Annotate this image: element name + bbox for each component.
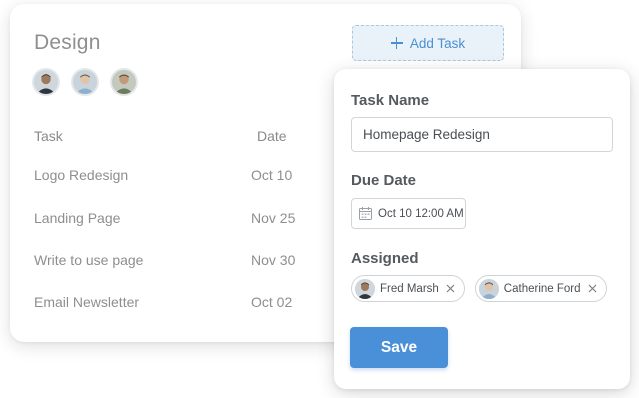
task-date: Oct 02 <box>251 294 293 310</box>
assigned-label: Assigned <box>351 250 419 267</box>
due-date-label: Due Date <box>351 172 417 189</box>
avatar <box>478 278 499 299</box>
task-name: Write to use page <box>34 252 144 268</box>
due-date-value: Oct 10 12:00 AM <box>378 207 464 220</box>
task-name: Logo Redesign <box>34 167 129 183</box>
avatar[interactable] <box>32 68 60 96</box>
task-name-input[interactable] <box>351 117 613 152</box>
column-header-date: Date <box>257 128 287 144</box>
task-name: Email Newsletter <box>34 294 140 310</box>
calendar-icon <box>359 207 372 220</box>
table-row[interactable]: Logo Redesign Oct 10 <box>10 167 330 187</box>
team-avatars <box>32 68 138 96</box>
table-row[interactable]: Write to use page Nov 30 <box>10 252 330 272</box>
avatar[interactable] <box>71 68 99 96</box>
table-row[interactable]: Landing Page Nov 25 <box>10 210 330 230</box>
task-name: Landing Page <box>34 210 121 226</box>
avatar <box>355 278 375 299</box>
save-button[interactable]: Save <box>350 327 448 368</box>
task-name-label: Task Name <box>351 92 430 109</box>
avatar[interactable] <box>110 68 138 96</box>
task-date: Nov 30 <box>251 252 296 268</box>
close-icon[interactable] <box>586 282 600 296</box>
assignee-chip[interactable]: Fred Marsh <box>351 275 465 302</box>
table-row[interactable]: Email Newsletter Oct 02 <box>10 294 330 314</box>
assignee-name: Catherine Ford <box>503 282 581 295</box>
task-date: Oct 10 <box>251 167 293 183</box>
add-task-button[interactable]: Add Task <box>352 25 504 61</box>
due-date-picker[interactable]: Oct 10 12:00 AM <box>351 198 466 229</box>
stage: Design Add Task Task Date Logo Redesign … <box>0 0 639 398</box>
close-icon[interactable] <box>444 282 458 296</box>
assignee-chip[interactable]: Catherine Ford <box>474 275 607 302</box>
plus-icon <box>390 37 403 49</box>
assignee-name: Fred Marsh <box>380 282 439 295</box>
task-form-card: Task Name Due Date Oct 10 12:00 AM Assig… <box>334 69 630 389</box>
task-date: Nov 25 <box>251 210 296 226</box>
assignee-list: Fred Marsh Catherine Ford <box>351 275 607 302</box>
add-task-label: Add Task <box>409 35 466 51</box>
column-header-task: Task <box>34 128 63 144</box>
project-title: Design <box>34 31 101 54</box>
